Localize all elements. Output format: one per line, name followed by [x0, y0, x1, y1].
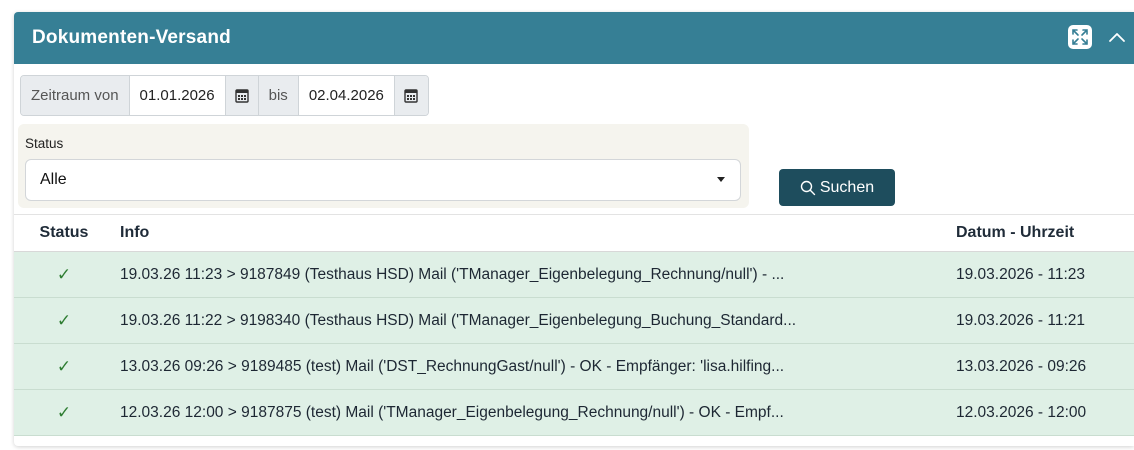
checkmark-icon: ✓ — [56, 264, 72, 284]
col-info[interactable]: Info — [114, 224, 950, 242]
table-header: Status Info Datum - Uhrzeit — [14, 215, 1134, 252]
status-select-value: Alle — [40, 171, 67, 188]
table-row[interactable]: ✓ 19.03.26 11:22 > 9198340 (Testhaus HSD… — [14, 298, 1134, 344]
expand-icon[interactable] — [1068, 25, 1092, 49]
header-actions — [1068, 25, 1128, 49]
dokumenten-versand-panel: Dokumenten-Versand Zeitraum von 01.01.20… — [14, 12, 1134, 446]
dispatch-table: Status Info Datum - Uhrzeit ✓ 19.03.26 1… — [14, 214, 1134, 436]
table-row[interactable]: ✓ 13.03.26 09:26 > 9189485 (test) Mail (… — [14, 344, 1134, 390]
status-label: Status — [25, 136, 64, 151]
calendar-icon[interactable] — [224, 76, 259, 115]
row-datetime: 19.03.2026 - 11:21 — [956, 311, 1085, 329]
to-label: bis — [258, 76, 298, 115]
row-info: 19.03.26 11:23 > 9187849 (Testhaus HSD) … — [120, 265, 785, 283]
search-button[interactable]: Suchen — [779, 169, 895, 206]
row-info: 19.03.26 11:22 > 9198340 (Testhaus HSD) … — [120, 311, 797, 329]
table-row[interactable]: ✓ 12.03.26 12:00 > 9187875 (test) Mail (… — [14, 390, 1134, 436]
caret-down-icon — [717, 177, 725, 182]
magnifier-icon — [800, 180, 816, 195]
row-datetime: 13.03.2026 - 09:26 — [956, 357, 1087, 375]
chevron-up-icon[interactable] — [1106, 26, 1128, 48]
status-select[interactable]: Alle — [25, 159, 741, 201]
row-datetime: 12.03.2026 - 12:00 — [956, 403, 1087, 421]
period-from-label: Zeitraum von — [21, 76, 129, 115]
col-datetime[interactable]: Datum - Uhrzeit — [950, 224, 1134, 242]
date-to-input[interactable]: 02.04.2026 — [297, 76, 394, 115]
checkmark-icon: ✓ — [56, 310, 72, 330]
row-datetime: 19.03.2026 - 11:23 — [956, 265, 1085, 283]
date-range-filter: Zeitraum von 01.01.2026 bis 02.04.2026 — [20, 75, 429, 116]
checkmark-icon: ✓ — [56, 402, 72, 422]
panel-header: Dokumenten-Versand — [14, 12, 1134, 64]
checkmark-icon: ✓ — [56, 356, 72, 376]
col-status[interactable]: Status — [14, 224, 114, 242]
table-row[interactable]: ✓ 19.03.26 11:23 > 9187849 (Testhaus HSD… — [14, 252, 1134, 298]
date-from-input[interactable]: 01.01.2026 — [128, 76, 225, 115]
row-info: 13.03.26 09:26 > 9189485 (test) Mail ('D… — [120, 357, 785, 375]
row-info: 12.03.26 12:00 > 9187875 (test) Mail ('T… — [120, 403, 784, 421]
calendar-icon[interactable] — [393, 76, 428, 115]
status-filter: Status Alle — [18, 124, 749, 208]
search-button-label: Suchen — [819, 178, 875, 196]
panel-title: Dokumenten-Versand — [32, 27, 231, 48]
